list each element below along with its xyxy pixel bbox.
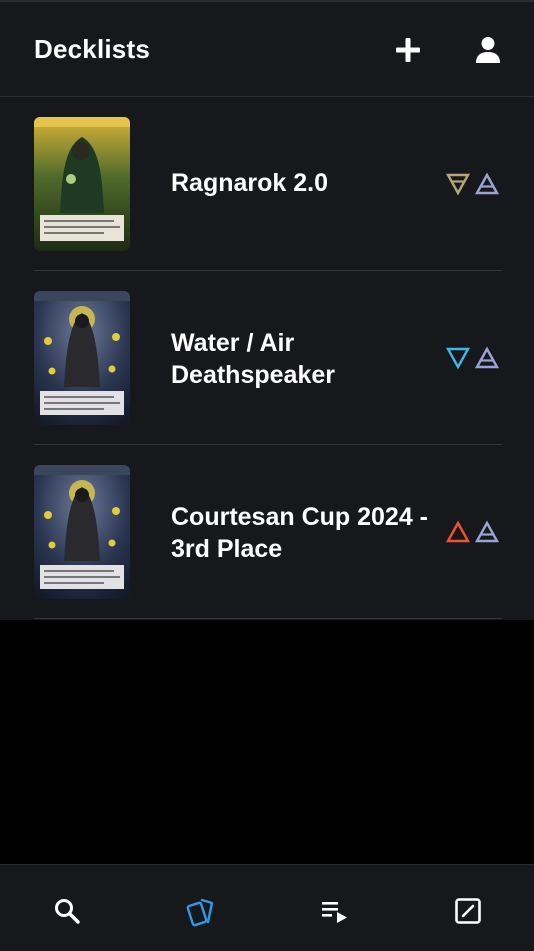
cards-icon xyxy=(186,898,214,927)
deck-name: Water / Air Deathspeaker xyxy=(171,329,335,389)
user-icon xyxy=(476,37,500,63)
deck-name: Courtesan Cup 2024 - 3rd Place xyxy=(171,503,429,563)
bottom-nav xyxy=(0,864,534,951)
deck-card-image xyxy=(34,465,130,599)
deck-row[interactable]: Courtesan Cup 2024 - 3rd Place xyxy=(0,445,534,619)
earth-element-icon xyxy=(446,173,470,196)
nav-playlist-button[interactable] xyxy=(315,891,355,931)
page-title: Decklists xyxy=(34,34,150,64)
deck-card-image xyxy=(34,117,130,251)
deck-row[interactable]: Water / Air Deathspeaker xyxy=(0,271,534,445)
water-element-icon xyxy=(446,347,470,370)
playlist-icon xyxy=(322,902,347,923)
search-icon xyxy=(55,899,80,924)
deck-name: Ragnarok 2.0 xyxy=(171,169,329,197)
nav-search-button[interactable] xyxy=(47,891,87,931)
fire-element-icon xyxy=(446,520,470,543)
row-divider xyxy=(34,618,502,619)
air-element-icon xyxy=(475,172,499,195)
nav-decks-button[interactable] xyxy=(181,891,221,931)
profile-button[interactable] xyxy=(470,32,506,68)
add-deck-button[interactable] xyxy=(390,32,426,68)
deck-card-image xyxy=(34,291,130,425)
header: Decklists xyxy=(0,2,534,96)
plus-icon xyxy=(396,38,420,62)
air-element-icon xyxy=(475,346,499,369)
edit-icon xyxy=(455,898,481,924)
deck-row[interactable]: Ragnarok 2.0 xyxy=(0,97,534,271)
air-element-icon xyxy=(475,520,499,543)
nav-edit-button[interactable] xyxy=(448,891,488,931)
